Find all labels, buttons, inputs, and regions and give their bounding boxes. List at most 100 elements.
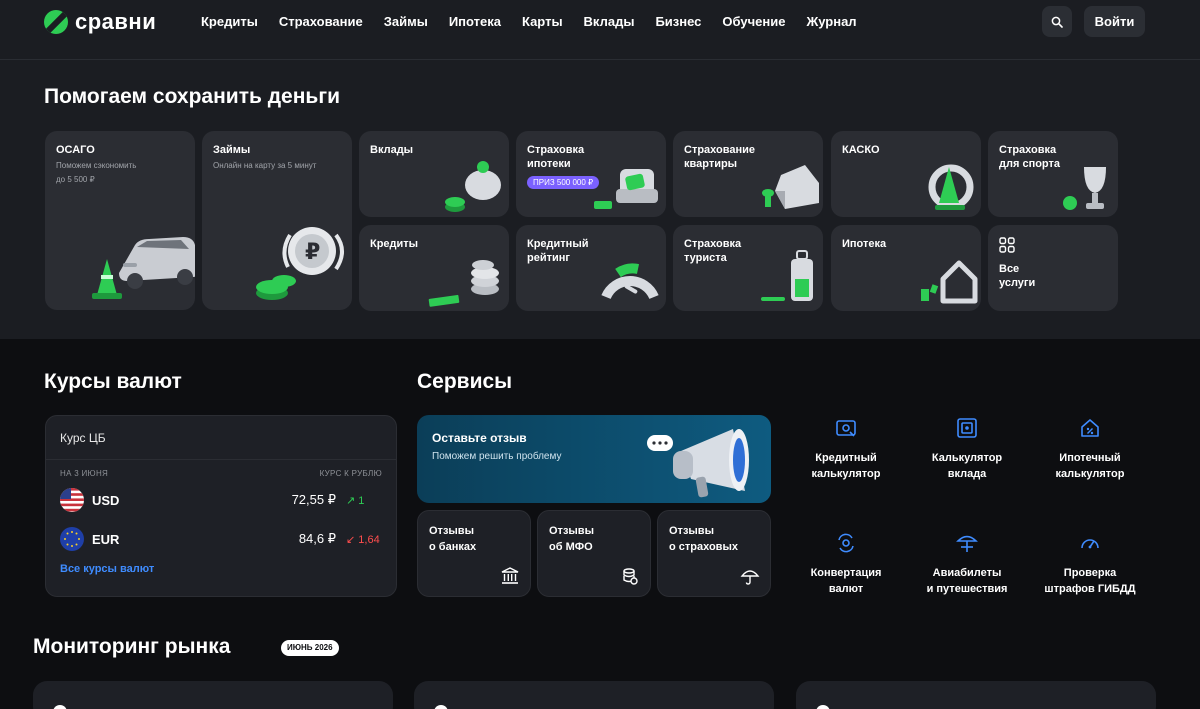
logo-icon xyxy=(44,10,68,34)
tile-all-services[interactable]: Все услуги xyxy=(988,225,1118,311)
service-label: Ипотечный калькулятор xyxy=(1055,452,1125,480)
tile-title: Страхование квартиры xyxy=(684,144,755,170)
currency-code: USD xyxy=(92,492,120,508)
currency-row-usd: USD 72,55 ₽ ↗ 1 xyxy=(60,487,382,513)
prize-badge: ПРИЗ 500 000 ₽ xyxy=(527,176,600,189)
menu-item-mortgage[interactable]: Ипотека xyxy=(449,14,501,29)
reviews-mfo-tile[interactable]: Отзывы об МФО xyxy=(537,510,651,597)
currency-date: НА 3 ИЮНЯ xyxy=(60,469,109,478)
period-badge: ИЮНЬ 2026 xyxy=(281,640,339,656)
all-rates-link[interactable]: Все курсы валют xyxy=(60,563,154,575)
review-title: Оставьте отзыв xyxy=(432,431,527,445)
tile-title: Все услуги xyxy=(999,263,1036,289)
tile-sport-insurance[interactable]: Страховка для спорта xyxy=(988,131,1118,217)
mortgage-calculator-service[interactable]: Ипотечный калькулятор xyxy=(1032,417,1148,482)
reviews-banks-tile[interactable]: Отзывы о банках xyxy=(417,510,531,597)
services-heading: Сервисы xyxy=(417,370,513,393)
rev-title: Отзывы о страховых xyxy=(669,525,738,553)
tile-title: Кредиты xyxy=(370,238,419,250)
rev-title: Отзывы о банках xyxy=(429,525,477,553)
currency-card: Курс ЦБ НА 3 ИЮНЯ КУРС К РУБЛЮ USD 72,55… xyxy=(45,415,397,597)
currency-row-eur: EUR 84,6 ₽ ↙ 1,64 xyxy=(60,526,382,552)
market-card[interactable] xyxy=(414,681,774,709)
currency-change: ↗ 1 xyxy=(346,494,365,507)
search-icon xyxy=(1051,16,1063,28)
tile-deposits[interactable]: Вклады xyxy=(359,131,509,217)
menu-item-cards[interactable]: Карты xyxy=(522,14,563,29)
service-label: Проверка штрафов ГИБДД xyxy=(1044,567,1136,595)
menu-item-journal[interactable]: Журнал xyxy=(806,14,856,29)
beach-umbrella-icon xyxy=(956,535,978,552)
tile-apartment-insurance[interactable]: Страхование квартиры xyxy=(673,131,823,217)
reviews-insurers-tile[interactable]: Отзывы о страховых xyxy=(657,510,771,597)
eu-flag-icon xyxy=(60,527,84,551)
logo-text: сравни xyxy=(75,9,157,34)
login-button[interactable]: Войти xyxy=(1084,6,1145,37)
umbrella-icon xyxy=(740,570,760,585)
menu-item-business[interactable]: Бизнес xyxy=(655,14,701,29)
car-icon xyxy=(119,237,195,289)
currency-code: EUR xyxy=(92,531,120,547)
tile-title: КАСКО xyxy=(842,144,880,156)
travel-service[interactable]: Авиабилеты и путешествия xyxy=(909,532,1025,597)
svg-text:₽: ₽ xyxy=(305,240,320,265)
market-heading: Мониторинг рынка xyxy=(33,635,231,658)
menu-item-deposits[interactable]: Вклады xyxy=(584,14,635,29)
service-label: Конвертация валют xyxy=(810,567,882,595)
tile-kasko[interactable]: КАСКО xyxy=(831,131,981,217)
menu-item-insurance[interactable]: Страхование xyxy=(279,14,363,29)
hero-section: сравни Кредиты Страхование Займы Ипотека… xyxy=(0,0,1200,339)
menu-item-loans[interactable]: Займы xyxy=(384,14,428,29)
tile-subtitle: Онлайн на карту за 5 минут xyxy=(213,161,317,170)
credit-calculator-icon xyxy=(836,420,856,437)
fines-check-service[interactable]: Проверка штрафов ГИБДД xyxy=(1032,532,1148,597)
grid-icon xyxy=(999,237,1015,253)
tile-title: Страховка ипотеки xyxy=(527,144,585,170)
service-label: Калькулятор вклада xyxy=(931,452,1003,480)
tile-mortgage-insurance[interactable]: Страховка ипотеки ПРИЗ 500 000 ₽ xyxy=(516,131,666,217)
card-icon xyxy=(53,705,67,709)
market-card[interactable] xyxy=(33,681,393,709)
bank-icon xyxy=(501,567,519,584)
speedometer-icon xyxy=(1081,539,1099,549)
search-button[interactable] xyxy=(1042,6,1072,37)
piggy-bank-icon xyxy=(445,161,501,212)
tile-travel-insurance[interactable]: Страховка туриста xyxy=(673,225,823,311)
us-flag-icon xyxy=(60,488,84,512)
steering-wheel-icon xyxy=(928,164,974,210)
currency-value: 84,6 ₽ xyxy=(298,531,336,546)
ruble-coin-icon: ₽ xyxy=(256,227,344,300)
savings-heading: Помогаем сохранить деньги xyxy=(44,85,340,108)
rev-title: Отзывы об МФО xyxy=(549,525,594,553)
tile-title: Вклады xyxy=(370,144,414,156)
main-menu: Кредиты Страхование Займы Ипотека Карты … xyxy=(201,14,878,29)
traffic-cone-icon xyxy=(92,259,122,299)
service-label: Авиабилеты и путешествия xyxy=(926,567,1008,595)
menu-item-credits[interactable]: Кредиты xyxy=(201,14,258,29)
currency-card-title: Курс ЦБ xyxy=(46,416,396,460)
service-label: Кредитный калькулятор xyxy=(811,452,881,480)
credit-calculator-service[interactable]: Кредитный калькулятор xyxy=(788,417,904,482)
review-subtitle: Поможем решить проблему xyxy=(432,451,562,462)
tile-title: Страховка для спорта xyxy=(999,144,1061,170)
house-percent-icon xyxy=(1081,419,1099,437)
house-outline-icon xyxy=(921,260,978,304)
coins-stack-icon xyxy=(428,260,499,307)
market-card[interactable] xyxy=(796,681,1156,709)
coins-icon xyxy=(623,568,638,585)
tile-loans[interactable]: Займы Онлайн на карту за 5 минут ₽ xyxy=(202,131,352,310)
exchange-icon xyxy=(838,533,854,553)
tile-credits[interactable]: Кредиты xyxy=(359,225,509,311)
tile-credit-rating[interactable]: Кредитный рейтинг xyxy=(516,225,666,311)
logo[interactable]: сравни xyxy=(44,9,157,34)
currency-heading: Курсы валют xyxy=(44,370,182,393)
tile-title: Ипотека xyxy=(842,238,887,250)
tile-mortgage[interactable]: Ипотека xyxy=(831,225,981,311)
tile-osago[interactable]: ОСАГО Поможем сэкономить до 5 500 ₽ xyxy=(45,131,195,310)
deposit-calculator-service[interactable]: Калькулятор вклада xyxy=(909,417,1025,482)
currency-columns: НА 3 ИЮНЯ КУРС К РУБЛЮ xyxy=(60,469,382,478)
currency-conversion-service[interactable]: Конвертация валют xyxy=(788,532,904,597)
menu-item-education[interactable]: Обучение xyxy=(722,14,785,29)
tile-title: Займы xyxy=(213,144,251,156)
leave-review-banner[interactable]: Оставьте отзыв Поможем решить проблему xyxy=(417,415,771,503)
